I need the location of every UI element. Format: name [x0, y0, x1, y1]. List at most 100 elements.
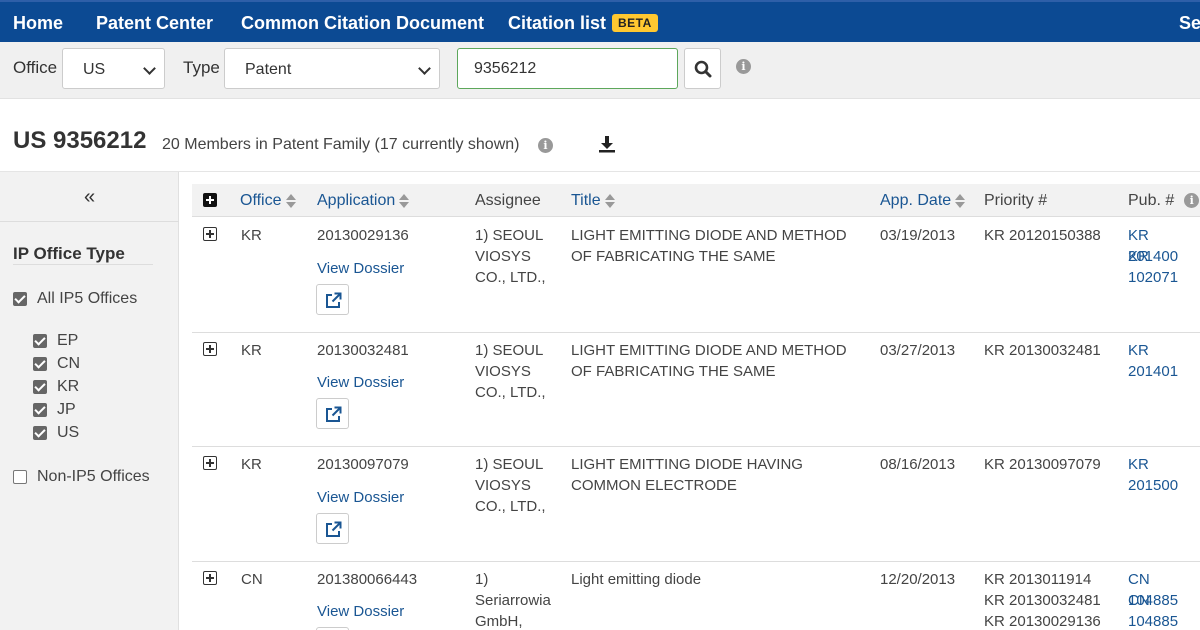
expand-row-icon[interactable]: [203, 227, 217, 241]
info-icon[interactable]: i: [736, 59, 751, 74]
row-priority: KR 2013011914: [984, 571, 1092, 588]
row-title: LIGHT EMITTING DIODE AND METHOD OF FABRI…: [571, 342, 847, 380]
column-header-application: Application: [317, 192, 396, 209]
sort-office[interactable]: Office: [240, 192, 296, 210]
row-app-date: 12/20/2013: [880, 571, 956, 588]
filter-office-label: EP: [57, 332, 79, 349]
filter-non-ip5-label: Non-IP5 Offices: [37, 468, 150, 485]
sort-application[interactable]: Application: [317, 192, 410, 210]
nav-truncated-item[interactable]: Se: [1179, 2, 1200, 44]
open-external-button[interactable]: [316, 513, 349, 544]
row-assignee: 1) SEOUL VIOSYS CO., LTD.,: [475, 342, 546, 401]
row-pub-link[interactable]: KR 102071: [1128, 246, 1200, 288]
external-link-icon: [326, 521, 342, 537]
search-button[interactable]: [684, 48, 721, 89]
column-header-office: Office: [240, 192, 282, 209]
row-priority: KR 20130097079: [984, 456, 1101, 473]
sort-app-date[interactable]: App. Date: [880, 192, 966, 210]
office-label: Office: [13, 58, 58, 77]
row-application: 201380066443: [317, 571, 418, 588]
checkbox-checked[interactable]: [33, 334, 47, 348]
row-assignee: 1) SEOUL VIOSYS CO., LTD.,: [475, 227, 546, 286]
nav-common-citation-document[interactable]: Common Citation Document: [241, 2, 484, 44]
ip-office-type-heading: IP Office Type: [13, 244, 125, 263]
office-select[interactable]: US: [62, 48, 165, 89]
checkbox-checked[interactable]: [13, 292, 27, 306]
row-assignee: 1) SEOUL VIOSYS CO., LTD.,: [475, 456, 546, 515]
filter-office-cn[interactable]: CN: [33, 355, 80, 373]
search-input[interactable]: [457, 48, 678, 89]
open-external-button[interactable]: [316, 398, 349, 429]
table-row: KR 20130029136 View Dossier 1) SEOUL VIO…: [192, 218, 1200, 333]
row-pub-link[interactable]: KR 201500: [1128, 454, 1200, 496]
checkbox-checked[interactable]: [33, 357, 47, 371]
column-header-assignee: Assignee: [475, 192, 541, 209]
expand-all-icon[interactable]: [203, 193, 217, 207]
family-members-count: 20 Members in Patent Family (17 currentl…: [162, 136, 520, 153]
expand-row-icon[interactable]: [203, 456, 217, 470]
heading-underline: [13, 264, 153, 265]
row-application: 20130032481: [317, 342, 409, 359]
external-link-icon: [326, 406, 342, 422]
search-bar: Office US Type Patent i: [0, 42, 1200, 99]
table-row: CN 201380066443 View Dossier 1) Seriarro…: [192, 562, 1200, 630]
type-select[interactable]: Patent: [224, 48, 440, 89]
column-header-pub-label: Pub. #: [1128, 192, 1175, 209]
checkbox-unchecked[interactable]: [13, 470, 27, 484]
top-nav: Home Patent Center Common Citation Docum…: [0, 0, 1200, 42]
filter-non-ip5[interactable]: Non-IP5 Offices: [13, 468, 150, 486]
column-header-app-date: App. Date: [880, 192, 952, 209]
sort-icon: [285, 193, 296, 208]
row-title: Light emitting diode: [571, 571, 702, 588]
sort-title[interactable]: Title: [571, 192, 615, 210]
nav-patent-center[interactable]: Patent Center: [96, 2, 213, 44]
checkbox-checked[interactable]: [33, 403, 47, 417]
collapse-icon[interactable]: «: [0, 186, 179, 209]
view-dossier-link[interactable]: View Dossier: [317, 372, 404, 393]
chevron-down-icon: [418, 62, 431, 75]
nav-home[interactable]: Home: [13, 2, 63, 44]
row-priority: KR 20130032481: [984, 592, 1101, 609]
checkbox-checked[interactable]: [33, 380, 47, 394]
type-label: Type: [183, 58, 220, 77]
table-row: KR 20130097079 View Dossier 1) SEOUL VIO…: [192, 447, 1200, 562]
checkbox-checked[interactable]: [33, 426, 47, 440]
table-row: KR 20130032481 View Dossier 1) SEOUL VIO…: [192, 333, 1200, 447]
expand-row-icon[interactable]: [203, 571, 217, 585]
view-dossier-link[interactable]: View Dossier: [317, 258, 404, 279]
row-pub-link[interactable]: KR 201401: [1128, 340, 1200, 382]
view-dossier-link[interactable]: View Dossier: [317, 487, 404, 508]
chevron-down-icon: [143, 62, 156, 75]
table-header: Office Application Assignee Title App. D…: [192, 184, 1200, 217]
filter-office-ep[interactable]: EP: [33, 332, 78, 350]
row-office: KR: [241, 456, 262, 473]
row-application: 20130029136: [317, 227, 409, 244]
sidebar-divider: [0, 221, 179, 222]
filter-office-label: KR: [57, 378, 80, 395]
page-title: US 9356212: [13, 127, 147, 154]
expand-row-icon[interactable]: [203, 342, 217, 356]
filter-all-ip5[interactable]: All IP5 Offices: [13, 290, 137, 308]
filter-office-label: JP: [57, 401, 76, 418]
row-priority: KR 20130032481: [984, 342, 1101, 359]
nav-citation-list[interactable]: Citation list BETA: [508, 2, 658, 44]
row-assignee: 1) Seriarrowia GmbH,: [475, 571, 551, 630]
filter-office-kr[interactable]: KR: [33, 378, 79, 396]
row-priority: KR 20120150388: [984, 227, 1101, 244]
view-dossier-link[interactable]: View Dossier: [317, 601, 404, 622]
info-icon[interactable]: i: [538, 138, 553, 153]
open-external-button[interactable]: [316, 284, 349, 315]
nav-citation-list-label: Citation list: [508, 13, 606, 33]
row-app-date: 03/27/2013: [880, 342, 956, 359]
filter-office-jp[interactable]: JP: [33, 401, 76, 419]
download-icon[interactable]: [598, 135, 616, 153]
divider: [0, 171, 1200, 172]
row-app-date: 03/19/2013: [880, 227, 956, 244]
external-link-icon: [326, 292, 342, 308]
row-pub-link[interactable]: CN 104885: [1128, 590, 1200, 630]
beta-badge: BETA: [612, 14, 658, 32]
info-icon[interactable]: i: [1184, 193, 1200, 208]
filter-office-label: CN: [57, 355, 81, 372]
row-title: LIGHT EMITTING DIODE HAVING COMMON ELECT…: [571, 456, 803, 494]
filter-office-us[interactable]: US: [33, 424, 79, 442]
